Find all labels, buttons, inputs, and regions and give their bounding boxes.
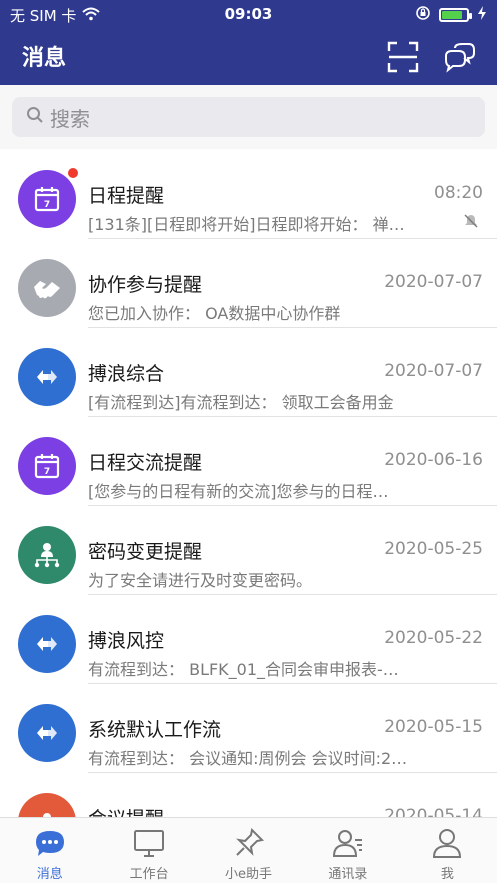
message-row[interactable]: 搏浪综合 2020-07-07 [有流程到达]有流程到达： 领取工会备用金 [0, 328, 497, 417]
search-placeholder: 搜索 [50, 106, 90, 131]
pin-icon [232, 826, 266, 860]
workflow-icon [18, 348, 76, 406]
message-time: 2020-07-07 [384, 272, 483, 292]
tab-pin[interactable]: 小e助手 [199, 818, 298, 883]
muted-bell-icon [463, 213, 479, 229]
status-right [415, 5, 487, 25]
search-section: 搜索 [0, 85, 497, 149]
tab-label: 我 [440, 867, 454, 882]
message-list: 7 日程提醒 08:20 [131条][日程即将开始]日程即将开始： 禅… 协作参与提醒… [0, 150, 497, 862]
orientation-lock-icon [415, 5, 431, 25]
message-preview: 为了安全请进行及时变更密码。 [88, 571, 313, 590]
message-title: 协作参与提醒 [88, 274, 203, 296]
nav-actions [385, 39, 477, 75]
message-time: 2020-06-16 [384, 450, 483, 470]
message-row[interactable]: 系统默认工作流 2020-05-15 有流程到达： 会议通知:周例会 会议时间:2… [0, 684, 497, 773]
svg-text:7: 7 [44, 200, 50, 210]
handshake-icon [18, 259, 76, 317]
app-header: 无 SIM 卡 09:03 消息 [0, 0, 497, 85]
search-icon [26, 105, 44, 129]
message-preview: [您参与的日程有新的交流]您参与的日程… [88, 482, 389, 501]
message-row[interactable]: 协作参与提醒 2020-07-07 您已加入协作： OA数据中心协作群 [0, 239, 497, 328]
unread-badge [66, 166, 80, 180]
message-preview: 有流程到达： BLFK_01_合同会审申报表-… [88, 660, 399, 679]
user-icon [430, 826, 464, 860]
search-input[interactable]: 搜索 [12, 97, 485, 137]
tab-label: 小e助手 [225, 867, 273, 882]
message-title: 搏浪风控 [88, 630, 165, 652]
scan-icon[interactable] [385, 39, 421, 75]
svg-text:7: 7 [44, 467, 50, 477]
page-title: 消息 [22, 46, 67, 71]
org-chart-icon [18, 526, 76, 584]
message-row[interactable]: 搏浪风控 2020-05-22 有流程到达： BLFK_01_合同会审申报表-… [0, 595, 497, 684]
battery-icon [439, 8, 472, 22]
tab-label: 通讯录 [328, 867, 368, 882]
message-row[interactable]: 7 日程交流提醒 2020-06-16 [您参与的日程有新的交流]您参与的日程… [0, 417, 497, 506]
tab-monitor[interactable]: 工作台 [99, 818, 198, 883]
charging-icon [477, 6, 487, 24]
message-time: 2020-05-25 [384, 539, 483, 559]
message-title: 系统默认工作流 [88, 719, 222, 741]
message-time: 08:20 [434, 183, 483, 203]
message-title: 日程提醒 [88, 185, 165, 207]
tab-message[interactable]: 消息 [0, 818, 99, 883]
message-row[interactable]: 7 日程提醒 08:20 [131条][日程即将开始]日程即将开始： 禅… [0, 150, 497, 239]
monitor-icon [132, 826, 166, 860]
contacts-icon [331, 826, 365, 860]
message-icon [33, 826, 67, 860]
message-time: 2020-05-15 [384, 717, 483, 737]
calendar-icon: 7 [18, 170, 76, 228]
status-bar: 无 SIM 卡 09:03 [0, 0, 497, 30]
tab-bar: 消息 工作台 小e助手 通讯录 我 [0, 817, 497, 883]
message-time: 2020-05-22 [384, 628, 483, 648]
tab-label: 工作台 [129, 867, 169, 882]
workflow-icon [18, 615, 76, 673]
message-time: 2020-07-07 [384, 361, 483, 381]
message-title: 搏浪综合 [88, 363, 165, 385]
message-preview: [有流程到达]有流程到达： 领取工会备用金 [88, 393, 394, 412]
message-preview: 有流程到达： 会议通知:周例会 会议时间:2… [88, 749, 408, 768]
message-preview: [131条][日程即将开始]日程即将开始： 禅… [88, 215, 405, 234]
message-preview: 您已加入协作： OA数据中心协作群 [88, 304, 341, 323]
message-row[interactable]: 密码变更提醒 2020-05-25 为了安全请进行及时变更密码。 [0, 506, 497, 595]
app-screen: 无 SIM 卡 09:03 消息 搜索 7 日程提醒 08:20 [131条][… [0, 0, 497, 883]
chat-bubbles-icon[interactable] [441, 39, 477, 75]
nav-bar: 消息 [0, 30, 497, 85]
message-title: 密码变更提醒 [88, 541, 203, 563]
calendar-icon: 7 [18, 437, 76, 495]
tab-user[interactable]: 我 [398, 818, 497, 883]
workflow-icon [18, 704, 76, 762]
tab-contacts[interactable]: 通讯录 [298, 818, 397, 883]
tab-label: 消息 [36, 867, 63, 882]
message-title: 日程交流提醒 [88, 452, 203, 474]
